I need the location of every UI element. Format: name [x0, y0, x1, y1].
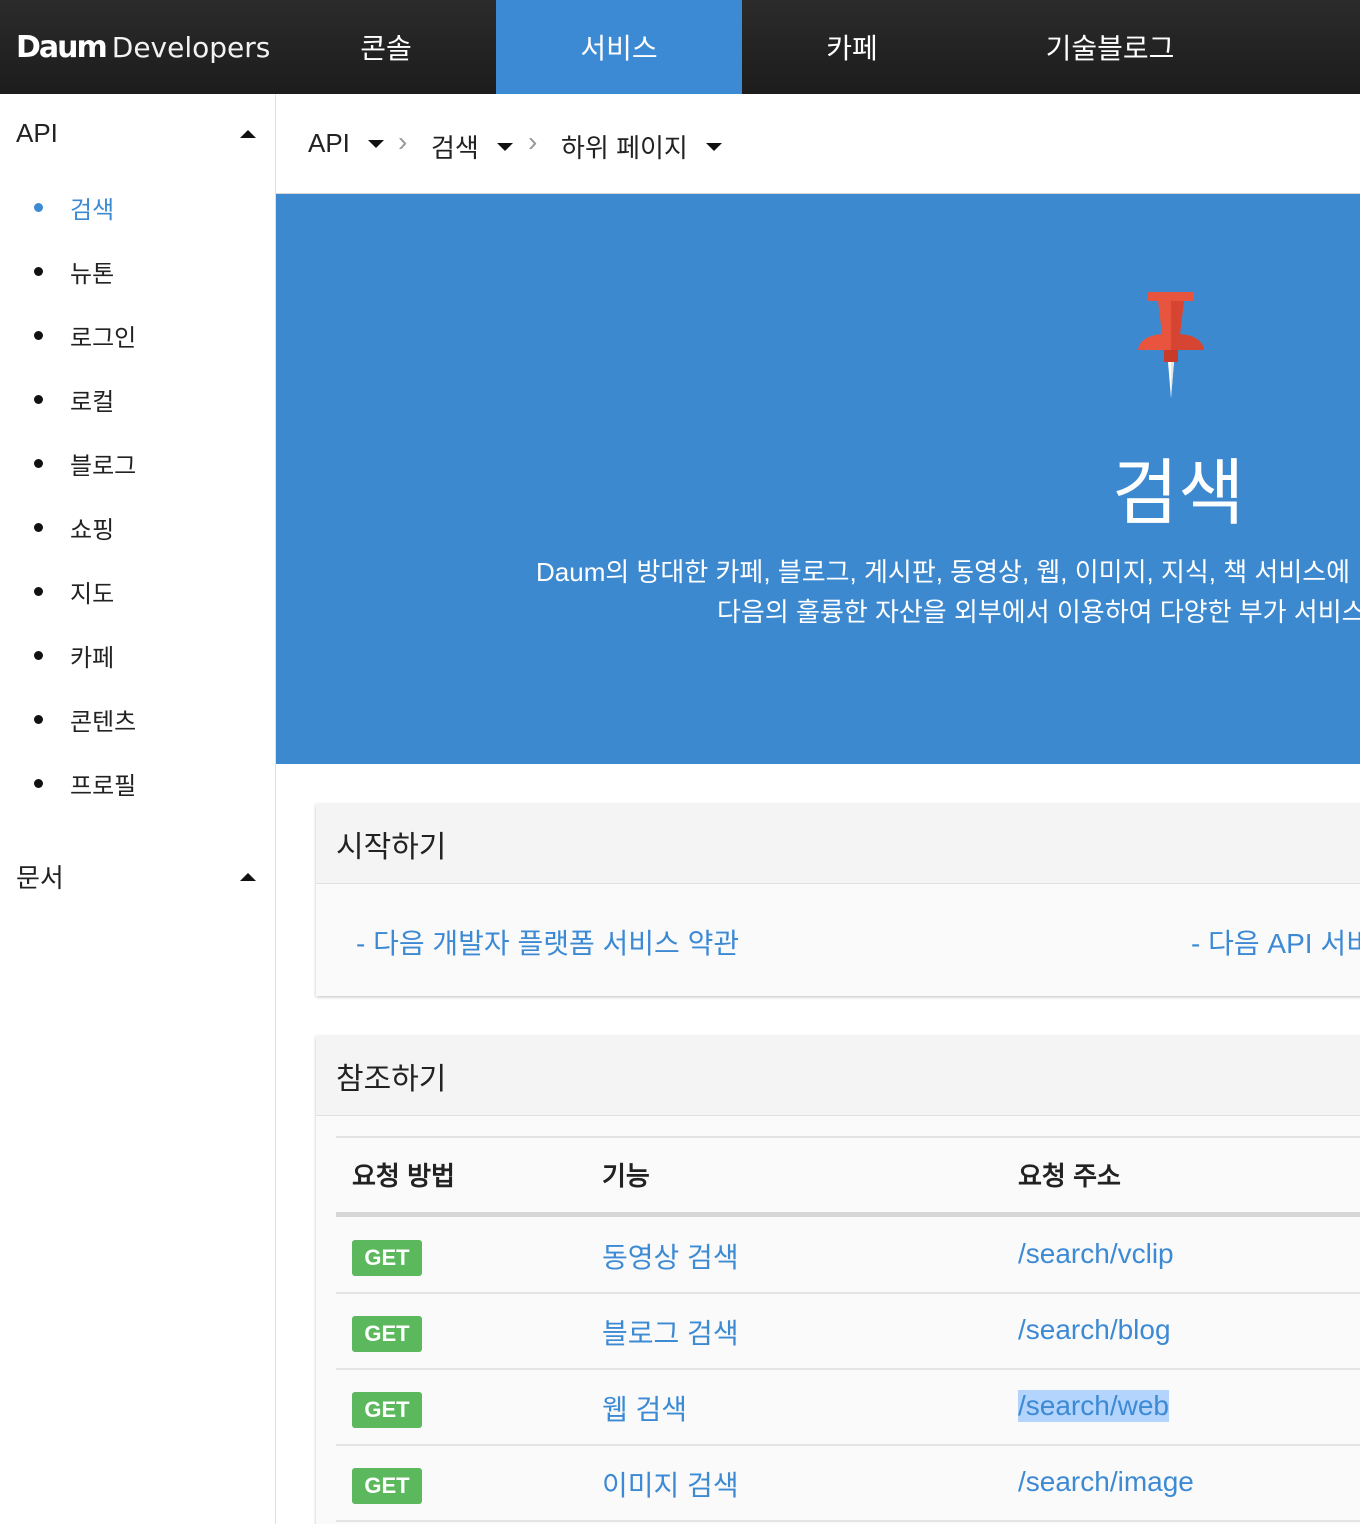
row-divider — [336, 1520, 1360, 1522]
feature-link-image[interactable]: 이미지 검색 — [602, 1464, 739, 1504]
sidebar-item-cafe[interactable]: 카페 — [34, 638, 114, 673]
sidebar-api-label: API — [16, 118, 58, 148]
bullet-icon — [34, 523, 43, 532]
panel-title: 시작하기 — [336, 831, 447, 864]
panel-header: 참조하기 — [316, 1036, 1360, 1116]
chevron-down-icon — [367, 139, 384, 148]
sidebar-item-newton[interactable]: 뉴톤 — [34, 254, 114, 289]
breadcrumb-api-dropdown[interactable]: API — [308, 128, 384, 159]
bullet-icon — [34, 651, 43, 660]
hero-title: 검색 — [1112, 454, 1245, 534]
developers-logo-text: Developers — [111, 30, 271, 64]
table-header-divider — [336, 1212, 1360, 1217]
column-header-feature: 기능 — [602, 1161, 650, 1191]
breadcrumb-search-dropdown[interactable]: 검색 — [431, 128, 513, 165]
panel-title: 참조하기 — [336, 1063, 447, 1096]
sidebar-item-label: 콘텐츠 — [70, 709, 137, 736]
endpoint-link-vclip[interactable]: /search/vclip — [1018, 1238, 1174, 1270]
row-divider — [336, 1292, 1360, 1294]
hero-description-line1: Daum의 방대한 카페, 블로그, 게시판, 동영상, 웹, 이미지, 지식,… — [536, 557, 1351, 587]
bullet-icon — [34, 203, 43, 212]
bullet-icon — [34, 395, 43, 404]
sidebar-docs-label: 문서 — [16, 863, 64, 893]
sidebar-item-contents[interactable]: 콘텐츠 — [34, 702, 136, 737]
chevron-right-icon: › — [528, 126, 538, 157]
sidebar-item-label: 뉴톤 — [70, 261, 115, 288]
sidebar-item-local[interactable]: 로컬 — [34, 382, 114, 417]
bullet-icon — [34, 587, 43, 596]
sidebar-item-label: 쇼핑 — [70, 517, 115, 544]
sidebar: API 검색 뉴톤 로그인 로컬 블로그 쇼핑 지도 카페 콘텐츠 프로필 문서 — [0, 94, 276, 1524]
endpoint-link-blog[interactable]: /search/blog — [1018, 1314, 1171, 1346]
bullet-icon — [34, 331, 43, 340]
getting-started-panel: 시작하기 - 다음 개발자 플랫폼 서비스 약관 - 다음 API 서비스 — [316, 804, 1360, 996]
hero-description-line2: 다음의 훌륭한 자산을 외부에서 이용하여 다양한 부가 서비스 — [717, 597, 1360, 627]
top-nav-bar: Daum Developers 콘솔 서비스 카페 기술블로그 — [0, 0, 1360, 94]
chevron-down-icon — [496, 142, 513, 151]
collapse-caret-icon — [240, 872, 256, 881]
bullet-icon — [34, 267, 43, 276]
sidebar-item-label: 검색 — [70, 197, 115, 224]
get-method-badge: GET — [352, 1468, 422, 1504]
reference-panel: 참조하기 — [316, 1036, 1360, 1524]
sidebar-item-shopping[interactable]: 쇼핑 — [34, 510, 114, 545]
sidebar-item-label: 프로필 — [70, 773, 137, 800]
sidebar-item-search[interactable]: 검색 — [34, 190, 114, 225]
hero-banner: 검색 Daum의 방대한 카페, 블로그, 게시판, 동영상, 웹, 이미지, … — [276, 194, 1360, 764]
column-header-method: 요청 방법 — [352, 1161, 455, 1191]
sidebar-item-login[interactable]: 로그인 — [34, 318, 136, 353]
breadcrumb: API › 검색 › 하위 페이지 — [276, 94, 1360, 194]
nav-tech-blog[interactable]: 기술블로그 — [1000, 0, 1220, 94]
get-method-badge: GET — [352, 1240, 422, 1276]
panel-header: 시작하기 — [316, 804, 1360, 884]
sidebar-item-map[interactable]: 지도 — [34, 574, 114, 609]
daum-logo-mark: Daum — [16, 29, 108, 65]
sidebar-api-header[interactable]: API — [16, 118, 256, 149]
endpoint-link-image[interactable]: /search/image — [1018, 1466, 1194, 1498]
chevron-down-icon — [705, 142, 722, 151]
sidebar-item-profile[interactable]: 프로필 — [34, 766, 136, 801]
column-header-url: 요청 주소 — [1018, 1161, 1121, 1191]
feature-link-vclip[interactable]: 동영상 검색 — [602, 1236, 739, 1276]
terms-of-service-link[interactable]: - 다음 개발자 플랫폼 서비스 약관 — [356, 922, 739, 962]
api-service-link[interactable]: - 다음 API 서비스 — [1191, 922, 1360, 962]
breadcrumb-label: 하위 페이지 — [561, 133, 688, 163]
get-method-badge: GET — [352, 1316, 422, 1352]
bullet-icon — [34, 459, 43, 468]
nav-cafe[interactable]: 카페 — [742, 0, 962, 94]
bullet-icon — [34, 715, 43, 724]
row-divider — [336, 1368, 1360, 1370]
feature-link-web[interactable]: 웹 검색 — [602, 1388, 687, 1428]
nav-services[interactable]: 서비스 — [496, 0, 742, 94]
collapse-caret-icon — [240, 129, 256, 138]
sidebar-docs-header[interactable]: 문서 — [16, 858, 256, 895]
sidebar-item-label: 카페 — [70, 645, 115, 672]
pushpin-icon — [1138, 292, 1204, 398]
row-divider — [336, 1444, 1360, 1446]
daum-developers-logo[interactable]: Daum Developers — [16, 24, 270, 70]
get-method-badge: GET — [352, 1392, 422, 1428]
chevron-right-icon: › — [398, 126, 408, 157]
table-top-border — [336, 1136, 1360, 1138]
sidebar-item-label: 블로그 — [70, 453, 137, 480]
sidebar-item-blog[interactable]: 블로그 — [34, 446, 136, 481]
breadcrumb-label: 검색 — [431, 133, 479, 163]
sidebar-item-label: 지도 — [70, 581, 115, 608]
sidebar-item-label: 로그인 — [70, 325, 137, 352]
sidebar-item-label: 로컬 — [70, 389, 115, 416]
nav-console[interactable]: 콘솔 — [276, 0, 496, 94]
bullet-icon — [34, 779, 43, 788]
breadcrumb-subpage-dropdown[interactable]: 하위 페이지 — [561, 128, 722, 165]
breadcrumb-label: API — [308, 128, 350, 158]
endpoint-link-web[interactable]: /search/web — [1018, 1390, 1169, 1422]
feature-link-blog[interactable]: 블로그 검색 — [602, 1312, 739, 1352]
